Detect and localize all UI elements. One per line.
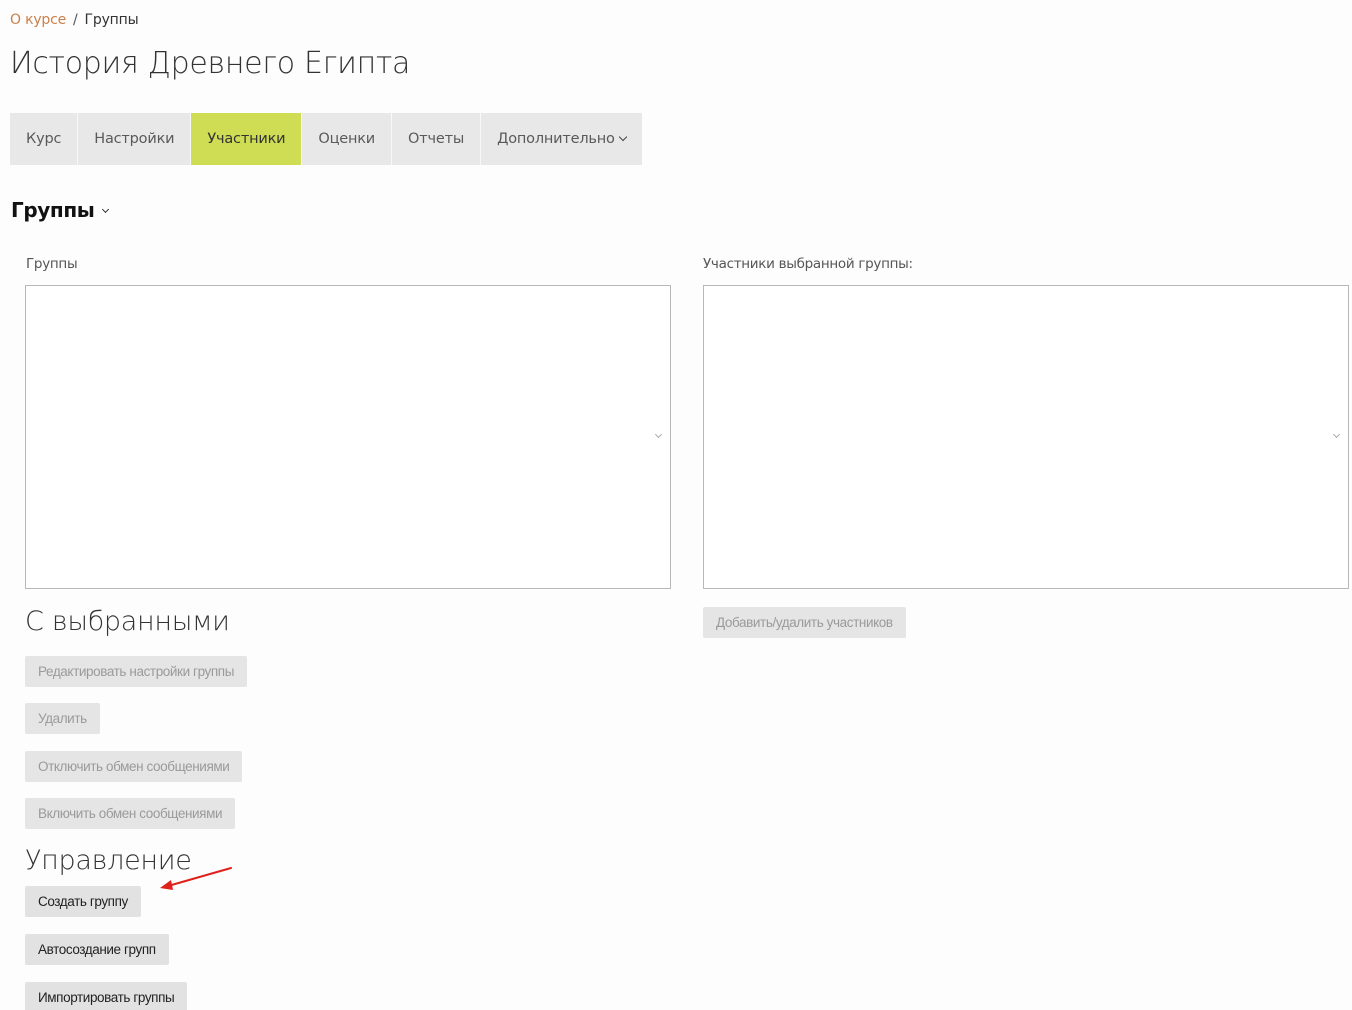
tab-label: Курс <box>26 131 62 147</box>
course-nav-tabs: Курс Настройки Участники Оценки Отчеты Д… <box>10 113 642 165</box>
with-selected-heading: С выбранными <box>25 606 230 637</box>
groups-listbox[interactable] <box>25 285 671 589</box>
create-group-button[interactable]: Создать группу <box>25 886 141 917</box>
tab-label: Дополнительно <box>497 131 615 147</box>
breadcrumb-link-about-course[interactable]: О курсе <box>10 12 66 28</box>
tab-label: Оценки <box>318 131 376 147</box>
tab-grades[interactable]: Оценки <box>302 113 393 165</box>
breadcrumb-current: Группы <box>84 12 139 28</box>
delete-group-button[interactable]: Удалить <box>25 703 100 734</box>
chevron-down-icon <box>654 430 663 439</box>
members-listbox[interactable] <box>703 285 1349 589</box>
page-title: История Древнего Египта <box>10 46 411 81</box>
tab-label: Отчеты <box>408 131 465 147</box>
edit-group-settings-button[interactable]: Редактировать настройки группы <box>25 656 248 687</box>
tab-participants[interactable]: Участники <box>191 113 303 165</box>
chevron-down-icon <box>102 205 110 213</box>
tab-label: Участники <box>207 131 286 147</box>
tab-course[interactable]: Курс <box>10 113 79 165</box>
auto-create-groups-button[interactable]: Автосоздание групп <box>25 934 169 965</box>
members-label: Участники выбранной группы: <box>703 256 913 272</box>
disable-messaging-button[interactable]: Отключить обмен сообщениями <box>25 751 243 782</box>
tab-label: Настройки <box>94 131 175 147</box>
page: О курсе / Группы История Древнего Египта К… <box>0 0 1352 1010</box>
add-remove-members-button[interactable]: Добавить/удалить участников <box>703 607 906 638</box>
chevron-down-icon <box>618 132 627 142</box>
tab-more[interactable]: Дополнительно <box>481 113 642 165</box>
chevron-down-icon <box>1332 430 1341 439</box>
section-title-label: Группы <box>11 198 95 222</box>
groups-label: Группы <box>26 256 78 272</box>
breadcrumb-separator: / <box>73 12 78 28</box>
tab-reports[interactable]: Отчеты <box>392 113 482 165</box>
tab-settings[interactable]: Настройки <box>78 113 192 165</box>
enable-messaging-button[interactable]: Включить обмен сообщениями <box>25 798 236 829</box>
section-title-groups-dropdown[interactable]: Группы <box>11 198 110 222</box>
breadcrumb: О курсе / Группы <box>10 12 139 28</box>
red-arrow-icon <box>160 867 232 890</box>
import-groups-button[interactable]: Импортировать группы <box>25 982 188 1010</box>
